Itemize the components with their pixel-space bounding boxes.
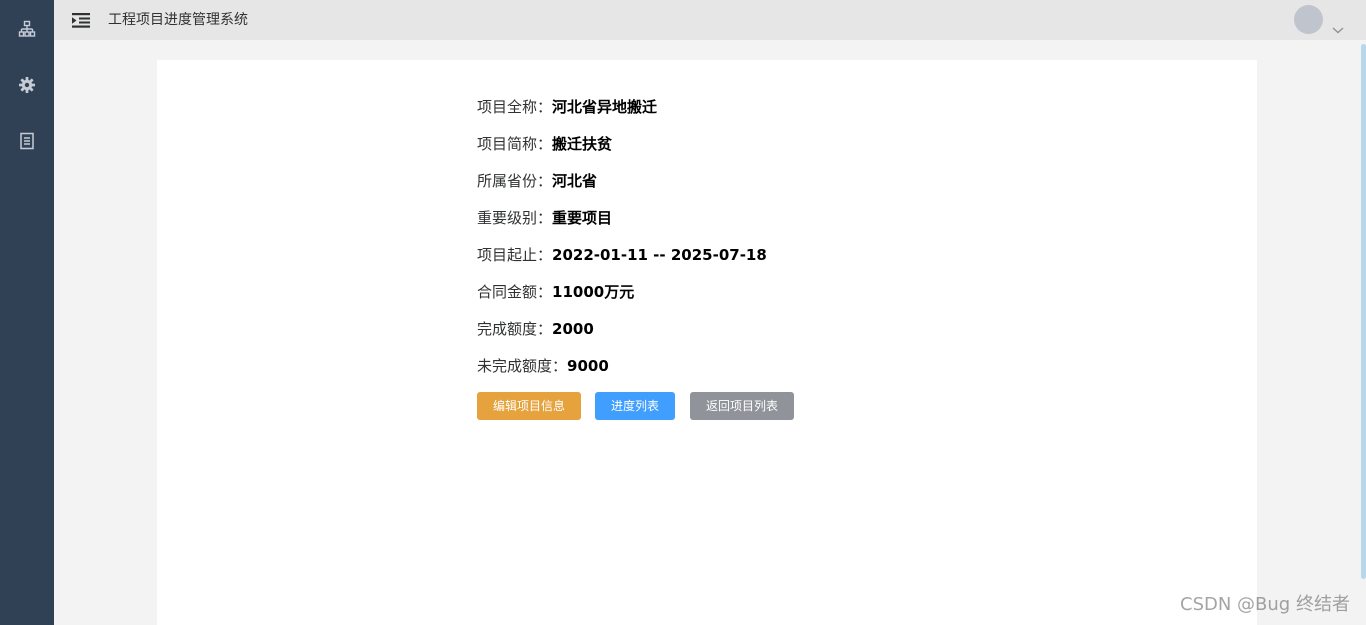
period-value: 2022-01-11 -- 2025-07-18 [552,246,767,264]
period-label: 项目起止： [477,246,553,264]
back-to-list-button[interactable]: 返回项目列表 [690,392,794,420]
province-label: 所属省份： [477,172,553,190]
gear-icon[interactable] [17,75,37,95]
chevron-down-icon[interactable] [1331,20,1345,34]
detail-row-period: 项目起止：2022-01-11 -- 2025-07-18 [477,242,767,279]
detail-row-full-name: 项目全称：河北省异地搬迁 [477,94,767,131]
detail-row-completed: 完成额度：2000 [477,316,767,353]
watermark: CSDN @Bug 终结者 [1180,594,1350,615]
scrollbar-thumb[interactable] [1361,44,1366,579]
detail-row-amount: 合同金额：11000万元 [477,279,767,316]
province-value: 河北省 [552,172,598,190]
amount-label: 合同金额： [477,283,553,301]
short-name-label: 项目简称： [477,135,553,153]
top-navbar: 工程项目进度管理系统 [54,0,1366,40]
sidebar [0,0,54,625]
remaining-label: 未完成额度： [477,357,568,375]
amount-value: 11000万元 [552,283,635,301]
level-value: 重要项目 [552,209,613,227]
full-name-value: 河北省异地搬迁 [552,98,658,116]
page-scrollbar[interactable] [1360,40,1366,585]
progress-list-button[interactable]: 进度列表 [595,392,675,420]
app-title: 工程项目进度管理系统 [108,12,248,28]
remaining-value: 9000 [567,357,609,375]
menu-toggle-icon[interactable] [71,11,91,29]
detail-row-short-name: 项目简称：搬迁扶贫 [477,131,767,168]
full-name-label: 项目全称： [477,98,553,116]
completed-label: 完成额度： [477,320,553,338]
detail-row-province: 所属省份：河北省 [477,168,767,205]
document-icon[interactable] [17,131,37,151]
short-name-value: 搬迁扶贫 [552,135,613,153]
detail-row-remaining: 未完成额度：9000 [477,353,767,390]
project-detail-list: 项目全称：河北省异地搬迁 项目简称：搬迁扶贫 所属省份：河北省 重要级别：重要项… [477,94,767,390]
completed-value: 2000 [552,320,594,338]
edit-project-button[interactable]: 编辑项目信息 [477,392,581,420]
user-avatar[interactable] [1294,5,1323,34]
detail-row-level: 重要级别：重要项目 [477,205,767,242]
level-label: 重要级别： [477,209,553,227]
project-detail-card: 项目全称：河北省异地搬迁 项目简称：搬迁扶贫 所属省份：河北省 重要级别：重要项… [157,60,1257,625]
sitemap-icon[interactable] [17,19,37,39]
